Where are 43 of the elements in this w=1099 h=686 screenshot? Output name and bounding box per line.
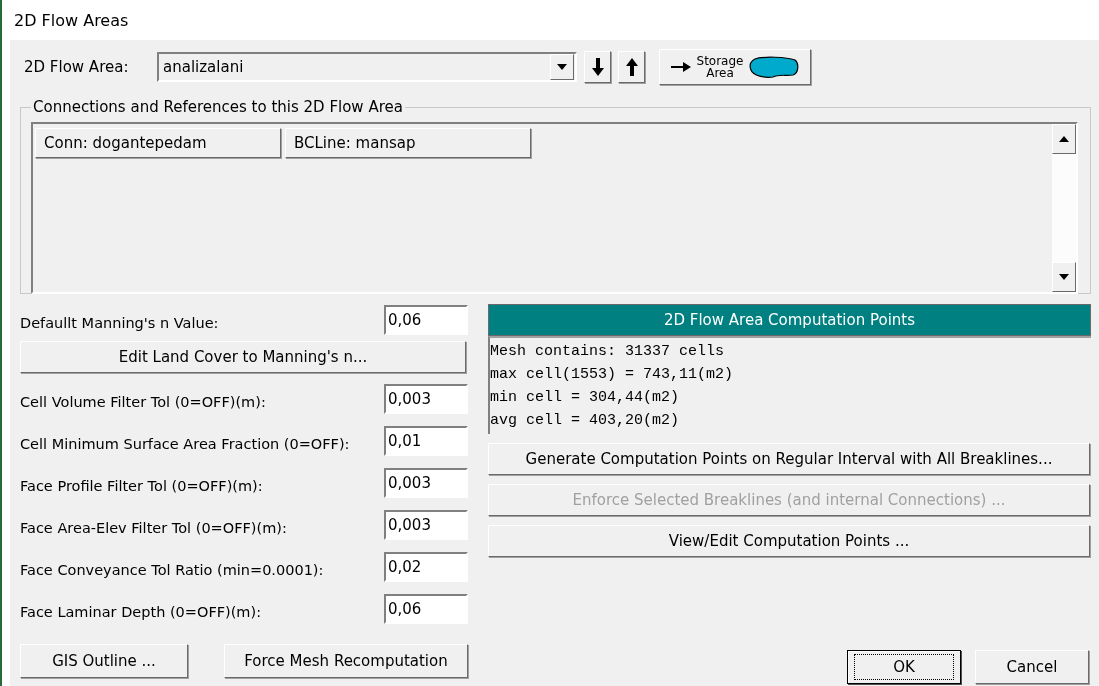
tolerance-field[interactable]: 0,003 [384,384,468,414]
window-title: 2D Flow Areas [14,10,129,30]
storage-area-icon [749,56,799,78]
field-label: Defaullt Manning's n Value: [20,314,219,331]
tolerance-field[interactable]: 0,003 [384,468,468,498]
connection-item[interactable]: Conn: dogantepedam [35,128,281,158]
field-label: Face Area-Elev Filter Tol (0=OFF)(m): [20,519,287,536]
caret-icon [557,64,567,70]
mesh-info-line: avg cell = 403,20(m2) [490,411,681,431]
tolerance-field[interactable]: 0,003 [384,510,468,540]
land-cover-button[interactable]: Edit Land Cover to Manning's n... [20,341,466,373]
scroll-down-icon [1059,274,1069,280]
action-button[interactable]: Generate Computation Points on Regular Interval with All Breaklines... [488,443,1090,475]
mesh-info-line: max cell(1553) = 743,11(m2) [490,365,735,385]
down-arrow-icon [591,58,604,76]
field-label: Face Profile Filter Tol (0=OFF)(m): [20,477,263,494]
connection-item[interactable]: BCLine: mansap [285,128,531,158]
mesh-info-line: Mesh contains: 31337 cells [490,342,726,362]
mesh-info-line: min cell = 304,44(m2) [490,388,681,408]
connections-title: Connections and References to this 2D Flow Area [32,98,404,116]
tolerance-field[interactable]: 0,06 [384,594,468,624]
tolerance-field[interactable]: 0,02 [384,552,468,582]
field-label: Face Conveyance Tol Ratio (min=0.0001): [20,561,324,578]
move-up-button[interactable] [618,51,645,83]
move-down-button[interactable] [584,51,611,83]
dialog-button[interactable]: OK [847,650,961,684]
up-arrow-icon [625,58,638,76]
flow-area-label: 2D Flow Area: [23,58,130,76]
mannings-field[interactable]: 0,06 [384,305,468,335]
scroll-up-icon [1059,136,1069,142]
vertical-scrollbar[interactable] [1052,124,1076,292]
dialog-button[interactable]: Cancel [975,650,1089,684]
flow-area-dropdown[interactable]: analizalani [157,52,577,82]
right-arrow-icon [671,61,691,73]
field-label: Cell Volume Filter Tol (0=OFF)(m): [20,393,266,410]
action-button[interactable]: View/Edit Computation Points ... [488,525,1090,557]
field-label: Cell Minimum Surface Area Fraction (0=OFF): [20,435,350,452]
panel-header: 2D Flow Area Computation Points [488,304,1091,336]
storage-area-button[interactable]: Storage Area [659,49,811,85]
action-button[interactable]: GIS Outline ... [20,644,188,678]
action-button[interactable]: Force Mesh Recomputation [224,644,468,678]
field-label: Face Laminar Depth (0=OFF)(m): [20,603,262,620]
tolerance-field[interactable]: 0,01 [384,426,468,456]
